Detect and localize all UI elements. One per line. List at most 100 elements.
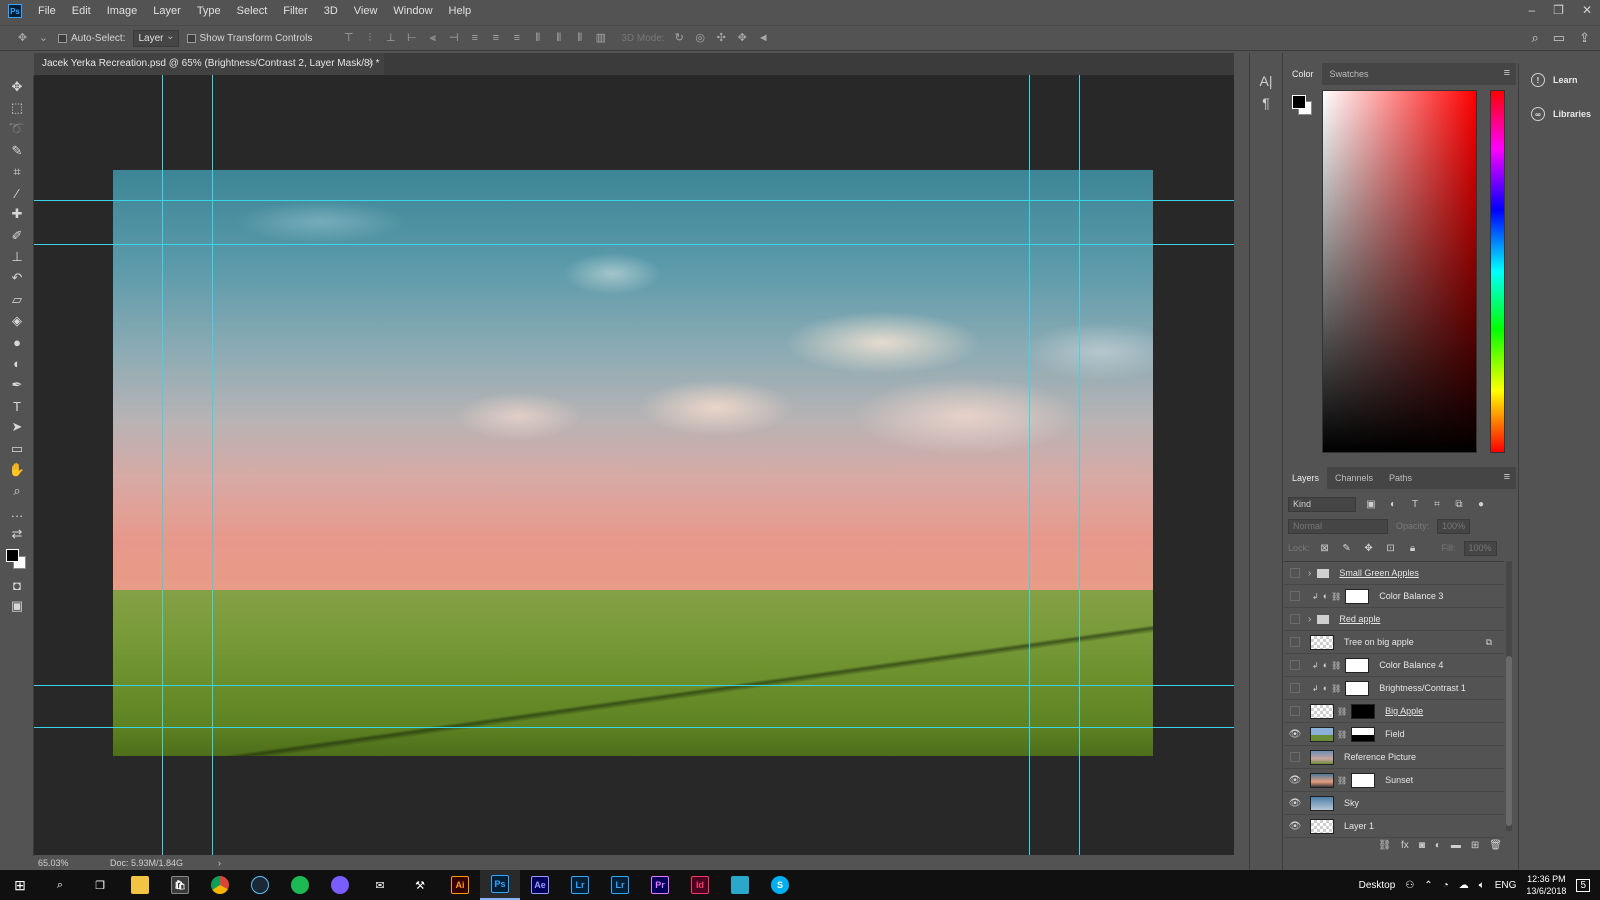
link-icon[interactable]: ⛓	[1337, 776, 1347, 785]
align-left-icon[interactable]: ⊢	[405, 32, 418, 44]
menu-file[interactable]: File	[30, 0, 64, 22]
kind-filter-dropdown[interactable]: Kind	[1288, 496, 1356, 512]
mail-icon[interactable]: ✉	[360, 870, 400, 900]
visibility-toggle[interactable]	[1290, 683, 1300, 693]
layer-row-color-balance-3[interactable]: ↲ ◐ ⛓ Color Balance 3	[1284, 585, 1504, 608]
eraser-tool-icon[interactable]: ▱	[0, 289, 34, 310]
crop-tool-icon[interactable]: ⌗	[0, 161, 34, 182]
close-button[interactable]: ✕	[1582, 0, 1592, 20]
layer-row-sunset[interactable]: 👁︎ ⛓ Sunset	[1284, 769, 1504, 792]
blur-tool-icon[interactable]: ●	[0, 332, 34, 353]
network-icon[interactable]: ◔	[1443, 880, 1449, 891]
menu-filter[interactable]: Filter	[275, 0, 315, 22]
layer-row-brightness-contrast-1[interactable]: ↲ ◐ ⛓ Brightness/Contrast 1	[1284, 677, 1504, 700]
link-icon[interactable]: ⛓	[1337, 730, 1347, 739]
distribute-top-icon[interactable]: ≡	[468, 32, 481, 44]
align-bottom-icon[interactable]: ⊥	[384, 32, 397, 44]
eye-icon[interactable]: 👁︎	[1284, 775, 1306, 786]
link-icon[interactable]: ⛓	[1331, 661, 1341, 670]
blend-mode-dropdown[interactable]: Normal	[1288, 518, 1388, 534]
menu-image[interactable]: Image	[99, 0, 146, 22]
zoom-tool-icon[interactable]: ⌕	[0, 481, 34, 502]
layer-mask-thumbnail[interactable]	[1345, 588, 1370, 604]
panel-menu-icon[interactable]: ≡	[1504, 471, 1510, 483]
menu-type[interactable]: Type	[189, 0, 229, 22]
type-tool-icon[interactable]: T	[0, 395, 34, 416]
visibility-toggle[interactable]	[1290, 752, 1300, 762]
adjustment-filter-icon[interactable]: ◐	[1386, 499, 1400, 510]
tab-swatches[interactable]: Swatches	[1322, 63, 1377, 85]
vertical-guide[interactable]	[1079, 75, 1080, 855]
after-effects-icon[interactable]: Ae	[520, 870, 560, 900]
brush-tool-icon[interactable]: ✐	[0, 225, 34, 246]
eyedropper-tool-icon[interactable]: ⁄	[0, 182, 34, 203]
move-tool-icon[interactable]: ✥	[16, 32, 29, 44]
quick-selection-tool-icon[interactable]: ✎	[0, 140, 34, 161]
lasso-tool-icon[interactable]: ➰	[0, 119, 34, 140]
menu-3d[interactable]: 3D	[316, 0, 346, 22]
task-view-icon[interactable]: ❐	[80, 870, 120, 900]
learn-panel-button[interactable]: ! Learn	[1519, 63, 1600, 97]
visibility-toggle[interactable]	[1290, 568, 1300, 578]
hue-slider[interactable]	[1490, 90, 1505, 453]
history-brush-tool-icon[interactable]: ↶	[0, 268, 34, 289]
layer-row-sky[interactable]: 👁︎ Sky	[1284, 792, 1504, 815]
panel-menu-icon[interactable]: ≡	[1504, 67, 1510, 79]
menu-window[interactable]: Window	[385, 0, 440, 22]
align-hcenter-icon[interactable]: ⫷	[426, 32, 439, 44]
skype-icon[interactable]: S	[760, 870, 800, 900]
share-icon[interactable]: ⇪	[1579, 30, 1590, 46]
eye-icon[interactable]: 👁︎	[1284, 798, 1306, 809]
link-layers-icon[interactable]: ⛓	[1378, 840, 1391, 851]
auto-select-dropdown[interactable]: Layer	[133, 29, 179, 47]
lightroom-classic-icon[interactable]: Lr	[600, 870, 640, 900]
workspace-icon[interactable]: ▭	[1553, 30, 1565, 46]
search-icon[interactable]: ⌕	[40, 870, 80, 900]
eye-icon[interactable]: 👁︎	[1284, 821, 1306, 832]
clock[interactable]: 12:36 PM 13/6/2018	[1526, 873, 1566, 897]
horizontal-guide[interactable]	[34, 685, 1234, 686]
cloud-icon[interactable]: ☁	[1459, 880, 1469, 891]
layer-row-tree-on-big-apple[interactable]: Tree on big apple ⧉	[1284, 631, 1504, 654]
layer-mask-thumbnail[interactable]	[1351, 703, 1376, 719]
vertical-guide[interactable]	[1029, 75, 1030, 855]
spotify-icon[interactable]	[280, 870, 320, 900]
align-right-icon[interactable]: ⊣	[447, 32, 460, 44]
archive-app-icon[interactable]: ⚒	[400, 870, 440, 900]
distribute-vcenter-icon[interactable]: ≡	[489, 32, 502, 44]
eye-icon[interactable]: 👁︎	[1284, 729, 1306, 740]
lightroom-icon[interactable]: Lr	[560, 870, 600, 900]
vertical-guide[interactable]	[162, 75, 163, 855]
people-icon[interactable]: ⚇	[1405, 880, 1414, 891]
distribute-bottom-icon[interactable]: ≡	[510, 32, 523, 44]
opacity-input[interactable]: 100%	[1437, 518, 1471, 534]
smart-object-filter-icon[interactable]: ⧉	[1452, 499, 1466, 510]
windows-start-icon[interactable]: ⊞	[0, 870, 40, 900]
menu-layer[interactable]: Layer	[145, 0, 189, 22]
fx-icon[interactable]: fx	[1401, 840, 1409, 851]
document-tab[interactable]: Jacek Yerka Recreation.psd @ 65% (Bright…	[34, 53, 384, 75]
show-transform-checkbox[interactable]: Show Transform Controls	[186, 33, 312, 44]
3d-slide-icon[interactable]: ✥	[736, 32, 749, 44]
notifications-icon[interactable]: 5	[1576, 878, 1590, 892]
align-vcenter-icon[interactable]: ⫶	[363, 32, 376, 44]
layer-mask-thumbnail[interactable]	[1345, 657, 1370, 673]
menu-select[interactable]: Select	[229, 0, 276, 22]
layer-row-big-apple[interactable]: ⛓ Big Apple	[1284, 700, 1504, 723]
layer-row-small-green-apples[interactable]: › Small Green Apples	[1284, 562, 1504, 585]
auto-select-checkbox[interactable]: Auto-Select:	[58, 33, 125, 44]
layer-mask-thumbnail[interactable]	[1345, 680, 1370, 696]
visibility-toggle[interactable]	[1290, 706, 1300, 716]
illustrator-icon[interactable]: Ai	[440, 870, 480, 900]
chevron-right-icon[interactable]: ›	[1308, 568, 1311, 579]
new-group-icon[interactable]: ▬	[1451, 840, 1461, 851]
menu-edit[interactable]: Edit	[64, 0, 99, 22]
tab-paths[interactable]: Paths	[1381, 467, 1420, 489]
filter-toggle-icon[interactable]: ●	[1474, 499, 1488, 510]
quick-mask-icon[interactable]: ◘	[0, 575, 34, 596]
horizontal-guide[interactable]	[34, 727, 1234, 728]
pen-tool-icon[interactable]: ✒	[0, 374, 34, 395]
pixel-filter-icon[interactable]: ▣	[1364, 499, 1378, 510]
clone-stamp-tool-icon[interactable]: ⊥	[0, 246, 34, 267]
type-filter-icon[interactable]: T	[1408, 499, 1422, 510]
